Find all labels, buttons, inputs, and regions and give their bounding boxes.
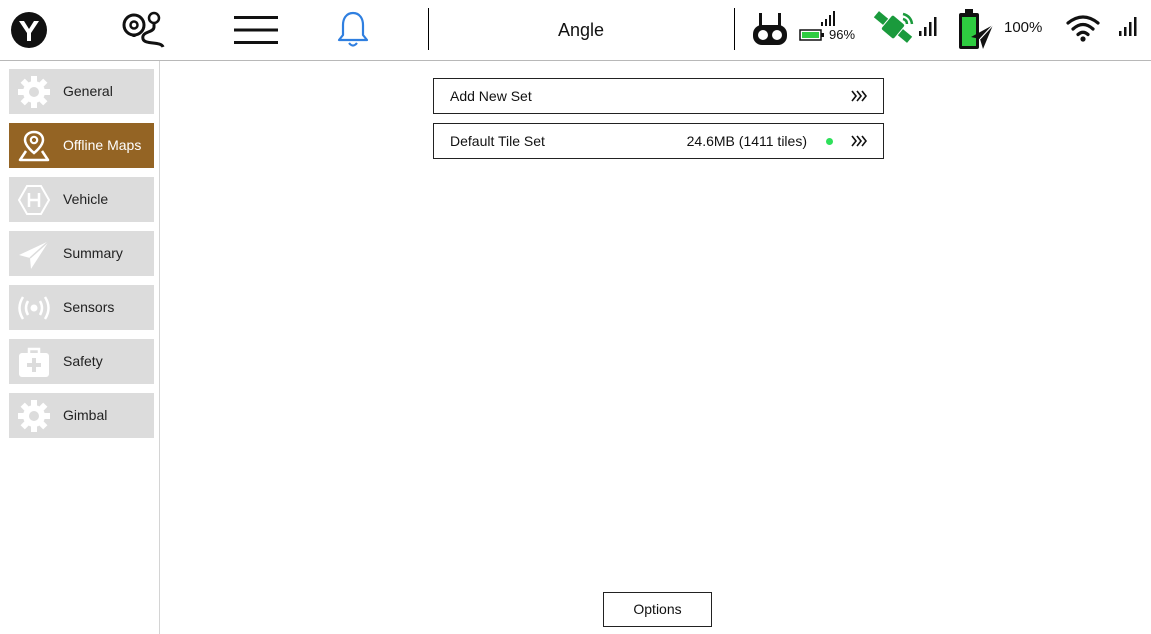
gps-satellite-icon[interactable] [873, 10, 915, 46]
rc-battery-percent: 96% [829, 27, 856, 42]
settings-sidebar: General Offline Maps Vehicle Summary Sen… [0, 61, 160, 634]
sidebar-item-vehicle[interactable]: Vehicle [9, 177, 154, 222]
wifi-icon[interactable] [1066, 14, 1100, 42]
hamburger-menu-icon[interactable] [234, 15, 278, 45]
sidebar-item-label: Gimbal [63, 407, 108, 423]
tile-set-row[interactable]: Default Tile Set 24.6MB (1411 tiles) [433, 123, 884, 159]
tile-set-status-dot [826, 138, 833, 145]
toolbar-divider [428, 8, 429, 50]
vehicle-battery-percent: 100% [1004, 19, 1043, 36]
rc-transmitter-icon[interactable] [752, 11, 788, 47]
first-aid-kit-icon [19, 347, 49, 377]
add-new-set-button[interactable]: Add New Set [433, 78, 884, 114]
sidebar-item-safety[interactable]: Safety [9, 339, 154, 384]
app-logo-icon[interactable] [10, 11, 48, 49]
notification-bell-icon[interactable] [337, 10, 369, 50]
sidebar-item-label: Vehicle [63, 191, 109, 207]
sidebar-item-label: Safety [63, 353, 103, 369]
sidebar-item-label: Sensors [63, 299, 115, 315]
gps-signal-bars-icon [919, 17, 937, 36]
rc-signal-bars-icon [821, 11, 835, 26]
rc-battery-icon [799, 29, 824, 41]
flight-mode-label[interactable]: Angle [430, 0, 732, 60]
chevron-right-icon [851, 90, 867, 102]
sidebar-item-summary[interactable]: Summary [9, 231, 154, 276]
sidebar-item-label: Summary [63, 245, 123, 261]
map-pin-icon [18, 130, 50, 162]
tile-set-name: Default Tile Set [450, 133, 545, 149]
gear-icon [18, 400, 50, 432]
tile-set-size: 24.6MB (1411 tiles) [686, 133, 807, 149]
sidebar-item-general[interactable]: General [9, 69, 154, 114]
vehicle-battery-icon[interactable] [957, 9, 995, 51]
options-button[interactable]: Options [603, 592, 712, 627]
signal-waves-icon [18, 296, 50, 320]
gear-icon [18, 76, 50, 108]
top-toolbar: Angle 96% 100% [0, 0, 1151, 61]
chevron-right-icon [851, 135, 867, 147]
route-pin-icon[interactable] [121, 11, 167, 49]
paper-plane-icon [19, 240, 50, 269]
add-new-set-label: Add New Set [450, 88, 532, 104]
sidebar-item-sensors[interactable]: Sensors [9, 285, 154, 330]
sidebar-item-label: General [63, 83, 113, 99]
wifi-signal-bars-icon [1119, 17, 1137, 36]
toolbar-divider [734, 8, 735, 50]
sidebar-item-gimbal[interactable]: Gimbal [9, 393, 154, 438]
sidebar-item-label: Offline Maps [63, 137, 142, 153]
sidebar-item-offline-maps[interactable]: Offline Maps [9, 123, 154, 168]
helipad-icon [17, 185, 51, 215]
